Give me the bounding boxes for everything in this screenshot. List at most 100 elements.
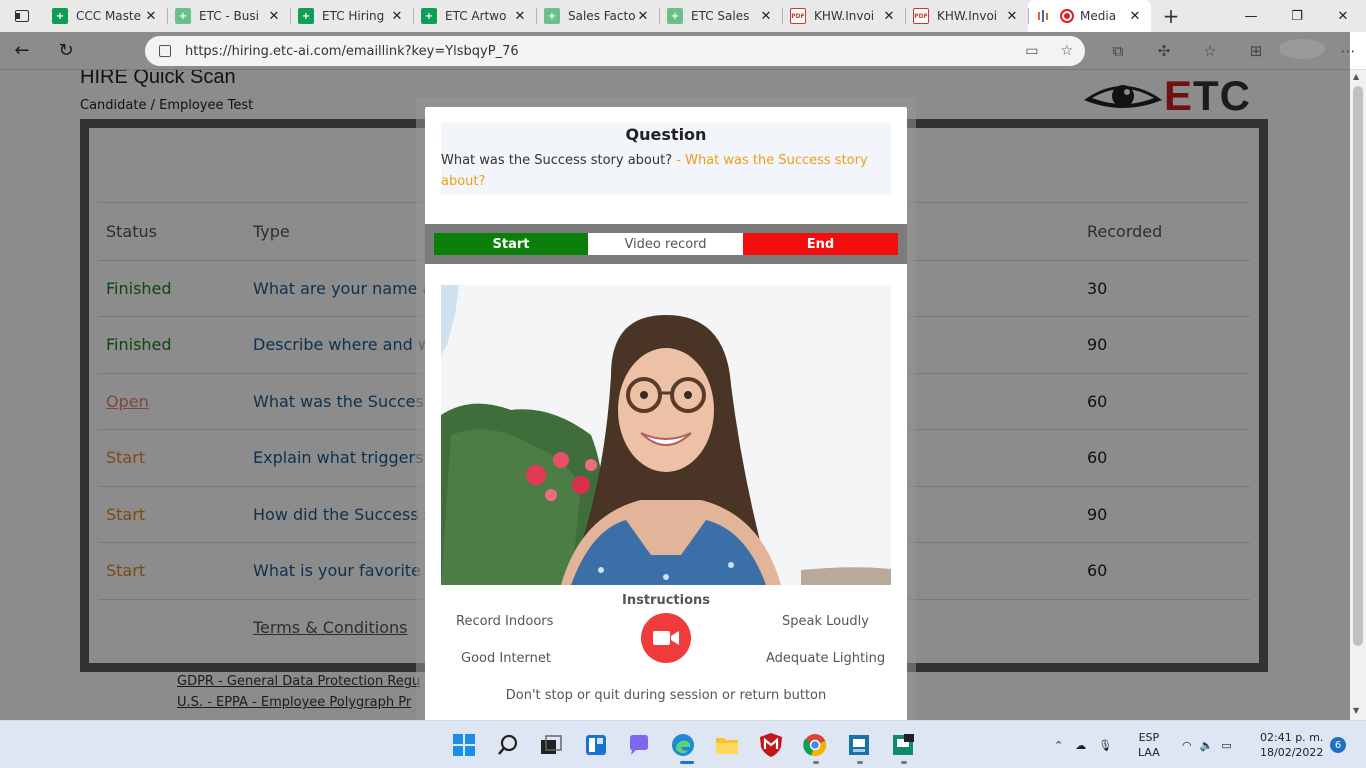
question-main: What was the Success story about? — [441, 153, 673, 168]
close-icon[interactable]: ✕ — [881, 9, 897, 24]
url-field[interactable]: https://hiring.etc-ai.com/emaillink?key=… — [145, 36, 1085, 66]
extensions-icon[interactable]: ✣ — [1141, 42, 1187, 60]
collections-icon[interactable]: ⧉ — [1095, 42, 1141, 60]
close-icon[interactable]: ✕ — [389, 9, 405, 24]
close-icon[interactable]: ✕ — [1127, 9, 1143, 24]
minimize-icon[interactable]: — — [1228, 0, 1274, 32]
browser-tab[interactable]: PDF KHW.Invoi ✕ — [782, 0, 905, 32]
instructions-title: Instructions — [621, 593, 710, 608]
language-code: ESP — [1138, 731, 1160, 744]
tab-title: ETC Hiring — [322, 9, 385, 23]
teams-chat-icon[interactable] — [627, 733, 651, 757]
notification-badge: 6 — [1330, 737, 1346, 753]
address-bar: ← → ↻ https://hiring.etc-ai.com/emaillin… — [0, 32, 1366, 682]
new-tab-button[interactable]: + — [1151, 4, 1191, 28]
search-icon[interactable] — [496, 733, 520, 757]
windows-start-icon[interactable] — [452, 733, 476, 757]
sheets-icon: + — [544, 8, 560, 24]
app-shortcut-icon[interactable] — [891, 733, 915, 757]
sheets-icon: + — [175, 8, 191, 24]
battery-icon: ▭ — [1221, 738, 1232, 752]
question-heading: Question — [625, 125, 707, 144]
chevron-up-icon[interactable]: ⌃ — [1054, 739, 1063, 752]
browser-tab[interactable]: + CCC Maste ✕ — [44, 0, 167, 32]
browser-tab[interactable]: + ETC Sales ✕ — [659, 0, 782, 32]
browser-tab[interactable]: + ETC Artwo ✕ — [413, 0, 536, 32]
pdf-icon: PDF — [790, 8, 806, 24]
favorite-add-icon[interactable]: ☆ — [1060, 43, 1073, 59]
camera-icon[interactable]: ▭ — [1025, 43, 1038, 59]
page-scrollbar[interactable]: ▲ ▼ — [1350, 70, 1366, 720]
instruction-adequate-lighting: Adequate Lighting — [766, 651, 886, 666]
taskbar: ⌃ ☁ 🎙 ESP LAA ◠ 🔈 ▭ 02:41 p. m. 18/02/20… — [0, 720, 1366, 768]
close-icon[interactable]: ✕ — [1004, 9, 1020, 24]
tab-title: KHW.Invoi — [814, 9, 875, 23]
tab-strip: + CCC Maste ✕ + ETC - Busi ✕ + ETC Hirin… — [0, 0, 1366, 32]
weather-icon[interactable]: ☁ — [1075, 739, 1086, 752]
file-explorer-icon[interactable] — [715, 733, 739, 757]
collections-button-icon[interactable]: ⊞ — [1233, 42, 1279, 60]
favorites-icon[interactable]: ☆ — [1187, 42, 1233, 60]
language-indicator[interactable]: ESP LAA — [1138, 721, 1160, 768]
page: HIRE Quick Scan Candidate / Employee Tes… — [0, 70, 1350, 720]
active-app-indicator — [680, 761, 694, 764]
question-box: Question What was the Success story abou… — [441, 123, 891, 195]
profile-avatar[interactable] — [1279, 39, 1325, 63]
notification-center[interactable]: 6 — [1330, 721, 1346, 768]
network-volume-battery[interactable]: ◠ 🔈 ▭ — [1182, 721, 1232, 768]
question-text: What was the Success story about? - What… — [441, 150, 891, 192]
browser-tab-active[interactable]: Media ✕ — [1028, 0, 1151, 32]
tab-title: ETC - Busi — [199, 9, 259, 23]
window-controls: — ❐ ✕ — [1228, 0, 1366, 32]
system-tray: ⌃ ☁ 🎙 — [1054, 721, 1112, 768]
browser-tab[interactable]: + Sales Facto ✕ — [536, 0, 659, 32]
webcam-preview — [441, 285, 891, 585]
close-icon[interactable]: ✕ — [266, 9, 282, 24]
scroll-down-icon[interactable]: ▼ — [1353, 706, 1359, 715]
tab-title: Media — [1080, 9, 1117, 23]
close-icon[interactable]: ✕ — [758, 9, 774, 24]
url-text[interactable]: https://hiring.etc-ai.com/emaillink?key=… — [185, 44, 519, 59]
close-icon[interactable]: ✕ — [512, 9, 528, 24]
tab-title: CCC Maste — [76, 9, 141, 23]
instruction-good-internet: Good Internet — [461, 651, 551, 666]
sheets-icon: + — [667, 8, 683, 24]
close-icon[interactable]: ✕ — [143, 9, 159, 24]
tab-actions-icon[interactable] — [0, 0, 44, 32]
browser-tab[interactable]: PDF KHW.Invoi ✕ — [905, 0, 1028, 32]
clock-date: 18/02/2022 — [1260, 746, 1324, 759]
restore-icon[interactable]: ❐ — [1274, 0, 1320, 32]
record-modal: Question What was the Success story abou… — [425, 107, 907, 720]
keyboard-layout: LAA — [1138, 746, 1160, 759]
microphone-icon[interactable]: 🎙 — [1098, 739, 1112, 752]
mcafee-icon[interactable] — [759, 733, 783, 757]
session-notice: Don't stop or quit during session or ret… — [505, 688, 827, 703]
edge-browser-icon[interactable] — [671, 733, 695, 757]
tab-title: ETC Sales — [691, 9, 750, 23]
recording-controls: Start Video record End — [425, 224, 907, 264]
sheets-icon: + — [298, 8, 314, 24]
more-options-icon[interactable]: ⋯ — [1325, 42, 1366, 60]
wifi-icon: ◠ — [1182, 738, 1192, 752]
start-button[interactable]: Start — [434, 233, 588, 255]
clock[interactable]: 02:41 p. m. 18/02/2022 — [1260, 721, 1323, 768]
clock-time: 02:41 p. m. — [1260, 731, 1324, 744]
close-window-icon[interactable]: ✕ — [1320, 0, 1366, 32]
volume-icon: 🔈 — [1199, 738, 1214, 752]
browser-tab[interactable]: + ETC Hiring ✕ — [290, 0, 413, 32]
end-button[interactable]: End — [743, 233, 898, 255]
record-video-button[interactable] — [641, 613, 691, 663]
running-app-indicator — [813, 761, 819, 764]
task-view-icon[interactable] — [539, 733, 563, 757]
widgets-icon[interactable] — [584, 733, 608, 757]
lock-icon[interactable] — [159, 45, 171, 57]
media-icon — [1036, 8, 1052, 24]
video-record-label: Video record — [588, 233, 743, 255]
chrome-icon[interactable] — [803, 733, 827, 757]
browser-tab[interactable]: + ETC - Busi ✕ — [167, 0, 290, 32]
instruction-record-indoors: Record Indoors — [456, 614, 554, 629]
scrollbar-thumb[interactable] — [1353, 86, 1363, 646]
close-icon[interactable]: ✕ — [635, 9, 651, 24]
scroll-up-icon[interactable]: ▲ — [1353, 72, 1359, 81]
app-shortcut-icon[interactable] — [847, 733, 871, 757]
